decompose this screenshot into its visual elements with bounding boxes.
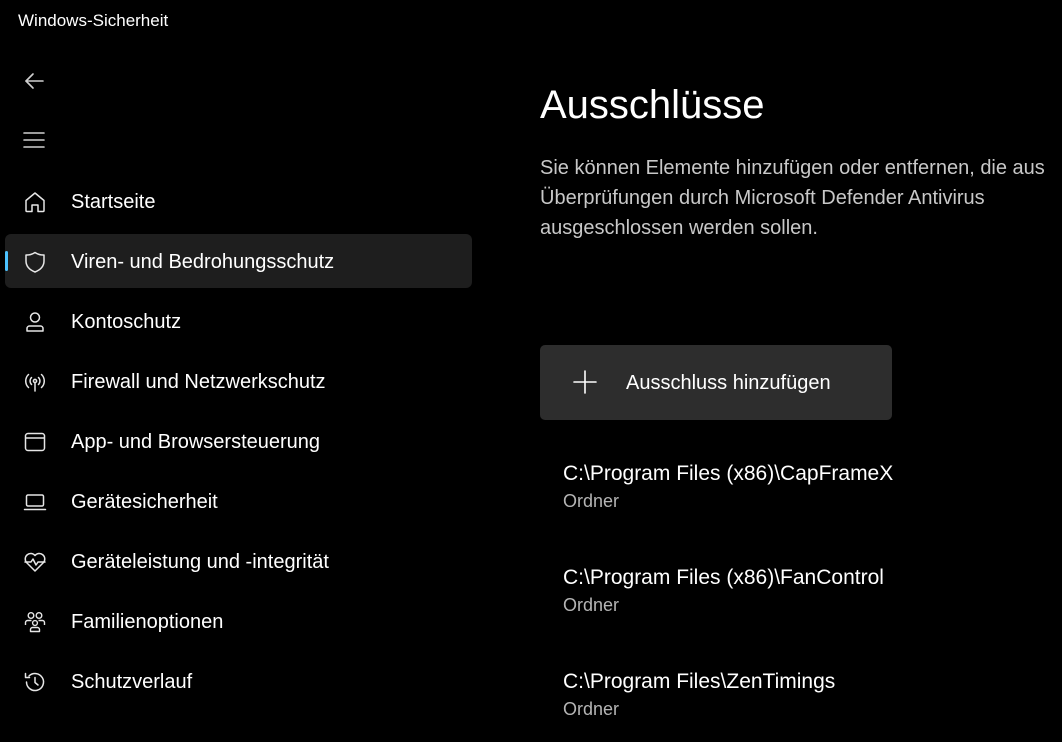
person-icon [22,309,48,335]
add-exclusion-button[interactable]: Ausschluss hinzufügen [540,345,892,420]
sidebar-item-label: Viren- und Bedrohungsschutz [71,251,335,273]
sidebar-item-familienoptionen[interactable]: Familienoptionen [5,594,472,648]
sidebar-item-app-browser[interactable]: App- und Browsersteuerung [5,414,472,468]
sidebar-item-geraeteleistung[interactable]: Geräteleistung und -integrität [5,534,472,588]
exclusion-item[interactable]: C:\Program Files (x86)\FanControl Ordner [563,566,1043,616]
hamburger-menu-icon [23,131,45,149]
sidebar-item-label: Familienoptionen [71,611,224,633]
page-title: Ausschlüsse [540,83,765,127]
app-window-icon [22,429,48,455]
page-description: Sie können Elemente hinzufügen oder entf… [540,157,1045,239]
heart-pulse-icon [22,549,48,575]
exclusion-item[interactable]: C:\Program Files\ZenTimings Ordner [563,670,1043,720]
sidebar-item-label: App- und Browsersteuerung [71,431,321,453]
sidebar-item-label: Startseite [71,191,156,213]
exclusion-type: Ordner [563,699,620,719]
exclusion-path: C:\Program Files (x86)\FanControl [563,566,884,589]
sidebar-item-startseite[interactable]: Startseite [5,174,472,228]
exclusion-type: Ordner [563,491,620,511]
active-indicator [5,251,8,271]
sidebar-item-label: Schutzverlauf [71,671,193,693]
home-icon [22,189,48,215]
sidebar-item-schutzverlauf[interactable]: Schutzverlauf [5,654,472,708]
exclusion-item[interactable]: C:\Program Files (x86)\CapFrameX Ordner [563,462,1043,512]
add-exclusion-label: Ausschluss hinzufügen [626,372,831,394]
back-button[interactable] [14,62,54,100]
sidebar-item-label: Kontoschutz [71,311,182,333]
plus-icon [572,369,598,395]
sidebar-nav: Startseite Viren- und Bedrohungsschutz K… [5,174,472,714]
menu-button[interactable] [14,121,54,159]
back-arrow-icon [24,72,44,90]
sidebar-item-label: Firewall und Netzwerkschutz [71,371,326,393]
shield-icon [22,249,48,275]
laptop-icon [22,489,48,515]
app-window: Windows-Sicherheit Startseite Viren- und… [0,0,1062,742]
wireless-icon [22,369,48,395]
exclusion-type: Ordner [563,595,620,615]
exclusion-path: C:\Program Files\ZenTimings [563,670,836,693]
window-title: Windows-Sicherheit [18,11,169,30]
family-icon [22,609,48,635]
sidebar-item-geraetesicherheit[interactable]: Gerätesicherheit [5,474,472,528]
history-icon [22,669,48,695]
sidebar-item-firewall[interactable]: Firewall und Netzwerkschutz [5,354,472,408]
sidebar-item-kontoschutz[interactable]: Kontoschutz [5,294,472,348]
exclusion-path: C:\Program Files (x86)\CapFrameX [563,462,894,485]
sidebar-item-label: Gerätesicherheit [71,491,218,513]
sidebar-item-label: Geräteleistung und -integrität [71,551,329,573]
sidebar-item-virenschutz[interactable]: Viren- und Bedrohungsschutz [5,234,472,288]
